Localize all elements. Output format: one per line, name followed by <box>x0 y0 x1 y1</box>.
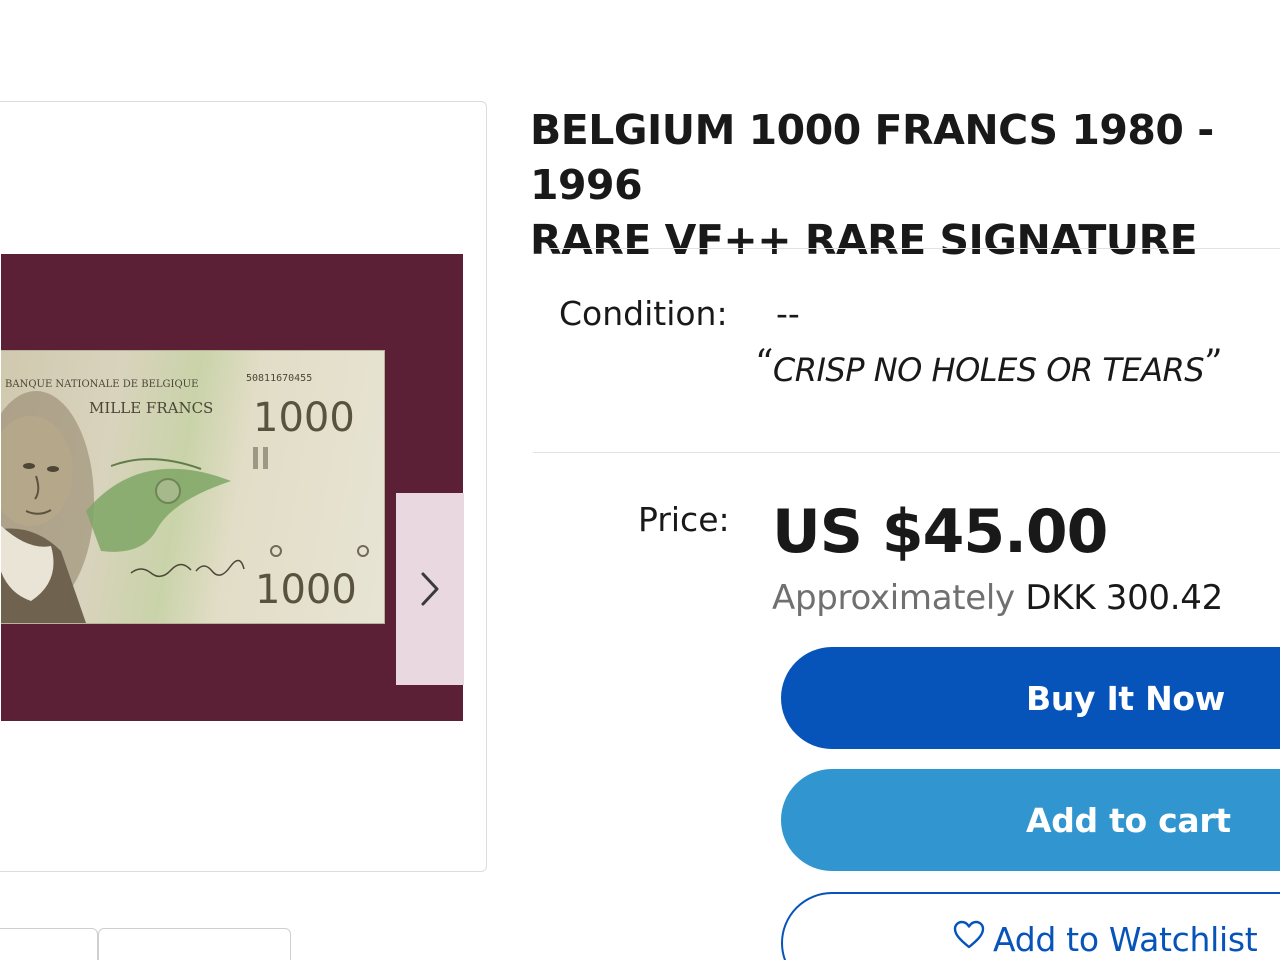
seller-note-text: CRISP NO HOLES OR TEARS <box>772 351 1205 389</box>
seller-condition-note: “CRISP NO HOLES OR TEARS” <box>755 343 1222 389</box>
add-to-watchlist-button[interactable]: Add to Watchlist <box>781 892 1280 960</box>
banknote-artwork: BANQUE NATIONALE DE BELGIQUE MILLE FRANC… <box>1 373 369 623</box>
banknote-image: BANQUE NATIONALE DE BELGIQUE MILLE FRANC… <box>1 351 384 623</box>
condition-divider <box>533 452 1280 453</box>
bank-name-text: BANQUE NATIONALE DE BELGIQUE <box>5 379 198 390</box>
denomination-words-text: MILLE FRANCS <box>89 399 213 417</box>
price-value: US $45.00 <box>772 497 1108 567</box>
listing-page: BANQUE NATIONALE DE BELGIQUE MILLE FRANC… <box>0 0 1280 960</box>
heart-icon <box>953 920 985 949</box>
buy-it-now-button[interactable]: Buy It Now <box>781 647 1280 749</box>
title-divider <box>547 248 1280 249</box>
thumbnail-2[interactable] <box>98 928 291 960</box>
thumbnail-1[interactable] <box>0 928 98 960</box>
condition-value: -- <box>776 294 800 333</box>
add-to-cart-button[interactable]: Add to cart <box>781 769 1280 871</box>
price-label: Price: <box>638 500 730 539</box>
value-top-text: 1000 <box>253 395 355 441</box>
main-listing-image[interactable]: BANQUE NATIONALE DE BELGIQUE MILLE FRANC… <box>1 254 463 721</box>
chevron-right-icon <box>421 572 439 606</box>
approx-prefix: Approximately <box>772 578 1015 618</box>
listing-title: BELGIUM 1000 FRANCS 1980 - 1996 RARE VF+… <box>530 106 1214 264</box>
next-image-button[interactable] <box>396 493 464 685</box>
condition-label: Condition: <box>559 294 728 333</box>
serial-number-text: 50811670455 <box>246 373 312 384</box>
converted-price: Approximately DKK 300.42 <box>772 578 1223 618</box>
image-gallery: BANQUE NATIONALE DE BELGIQUE MILLE FRANC… <box>0 101 487 872</box>
value-bottom-text: 1000 <box>255 567 357 613</box>
approx-value: DKK 300.42 <box>1025 578 1223 618</box>
watchlist-label: Add to Watchlist <box>993 920 1258 959</box>
